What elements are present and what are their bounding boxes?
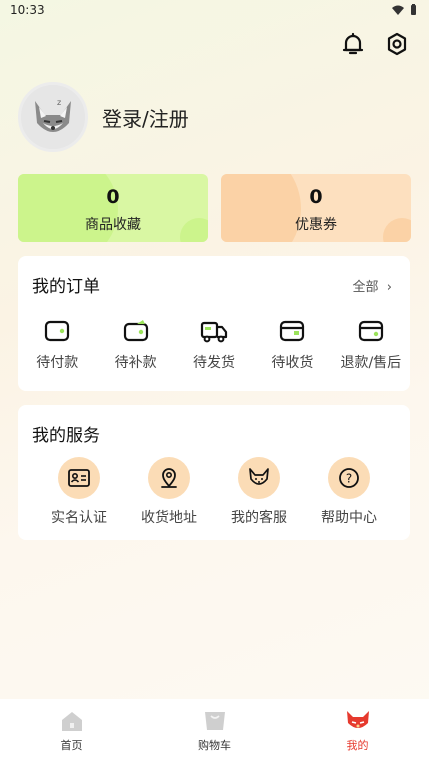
refund-card-icon [358, 320, 383, 342]
fox-avatar-icon: z [21, 85, 85, 149]
service-item-real-name[interactable]: 实名认证 [34, 457, 124, 527]
mine-fox-icon [346, 711, 369, 728]
truck-icon [200, 321, 228, 343]
card-icon [280, 320, 305, 342]
service-item-label: 我的客服 [231, 510, 287, 526]
services-card: 我的服务 实名认证 收货地址 我的客服 ? 帮助中心 [18, 405, 410, 540]
status-time: 10:33 [10, 3, 45, 17]
id-card-icon [68, 469, 90, 487]
wallet-icon [45, 320, 70, 342]
notification-bell-icon[interactable] [341, 30, 365, 58]
service-item-customer-service[interactable]: 我的客服 [214, 457, 304, 527]
system-icons [392, 4, 417, 15]
service-item-label: 实名认证 [51, 510, 107, 526]
services-title: 我的服务 [32, 426, 100, 446]
order-item-pending-receipt[interactable]: 待收货 [253, 318, 331, 372]
tab-label: 购物车 [198, 739, 231, 752]
orders-all-link[interactable]: 全部 › [353, 276, 393, 295]
tab-home[interactable]: 首页 [0, 699, 143, 763]
favorites-label: 商品收藏 [85, 217, 141, 233]
order-item-refund[interactable]: 退款/售后 [332, 318, 410, 372]
settings-gear-icon[interactable] [385, 30, 409, 58]
cart-icon [204, 712, 225, 730]
order-item-label: 待收货 [271, 355, 314, 371]
service-item-address[interactable]: 收货地址 [124, 457, 214, 527]
coupons-label: 优惠券 [295, 217, 337, 233]
coupons-count: 0 [309, 186, 323, 208]
service-icon-circle: ? [328, 457, 370, 499]
order-item-pending-shipment[interactable]: 待发货 [175, 318, 253, 372]
wifi-icon [392, 5, 404, 15]
service-icon-circle [148, 457, 190, 499]
bottom-tab-bar: 首页 购物车 我的 [0, 699, 429, 763]
help-icon: ? [339, 468, 359, 488]
service-item-label: 收货地址 [141, 510, 197, 526]
tab-cart[interactable]: 购物车 [143, 699, 286, 763]
chevron-right-icon: › [382, 280, 392, 295]
avatar[interactable]: z [18, 82, 88, 152]
order-item-label: 退款/售后 [340, 355, 402, 371]
tab-label: 首页 [60, 739, 83, 752]
favorites-stat-card[interactable]: 0 商品收藏 [18, 174, 208, 242]
order-item-pending-supplement[interactable]: 待补款 [96, 318, 174, 372]
battery-icon [411, 4, 416, 15]
service-item-label: 帮助中心 [321, 510, 377, 526]
order-item-pending-payment[interactable]: 待付款 [18, 318, 96, 372]
service-icon-circle [58, 457, 100, 499]
profile-header[interactable]: z 登录/注册 [18, 82, 189, 152]
svg-text:z: z [57, 98, 61, 107]
favorites-count: 0 [106, 186, 120, 208]
wallet-add-icon [123, 320, 148, 342]
orders-all-label: 全部 [352, 280, 379, 295]
services-grid: 实名认证 收货地址 我的客服 ? 帮助中心 [18, 457, 410, 527]
coupons-stat-card[interactable]: 0 优惠券 [221, 174, 411, 242]
svg-text:?: ? [346, 472, 352, 486]
login-register-link[interactable]: 登录/注册 [102, 103, 189, 132]
order-item-label: 待补款 [114, 355, 157, 371]
location-icon [161, 468, 177, 488]
orders-card: 我的订单 全部 › 待付款 待补款 待发货 待收货 退款/售后 [18, 256, 410, 391]
service-item-help-center[interactable]: ? 帮助中心 [304, 457, 394, 527]
fox-icon [249, 468, 269, 485]
orders-title: 我的订单 [32, 277, 100, 297]
order-status-grid: 待付款 待补款 待发货 待收货 退款/售后 [18, 318, 410, 372]
tab-label: 我的 [346, 739, 369, 752]
status-bar: 10:33 [0, 0, 429, 20]
service-icon-circle [238, 457, 280, 499]
top-actions [341, 30, 409, 58]
tab-mine[interactable]: 我的 [286, 699, 429, 763]
order-item-label: 待付款 [36, 355, 79, 371]
order-item-label: 待发货 [193, 355, 236, 371]
home-icon [61, 712, 82, 731]
